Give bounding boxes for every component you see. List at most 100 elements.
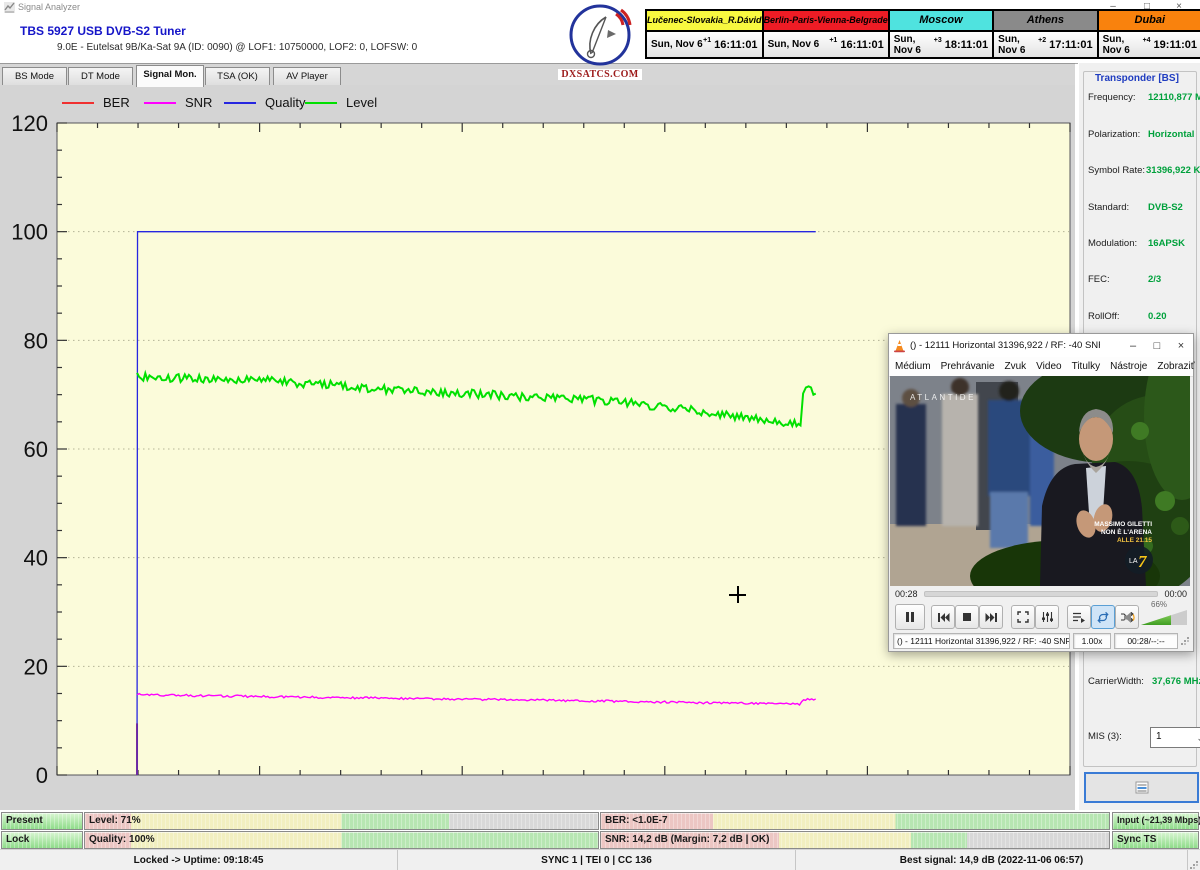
volume-slider[interactable] (1141, 610, 1187, 625)
clock-utc-offset: +1 (703, 37, 711, 44)
previous-button[interactable] (931, 605, 955, 629)
field-label: Modulation: (1088, 238, 1137, 249)
status-lock-uptime: Locked -> Uptime: 09:18:45 (0, 850, 398, 870)
sync-ts-indicator: Sync TS (1112, 831, 1199, 849)
menu-video[interactable]: Video (1036, 361, 1061, 372)
svg-text:120: 120 (11, 111, 48, 136)
svg-text:100: 100 (11, 220, 48, 245)
playlist-icon (1072, 611, 1086, 623)
next-button[interactable] (979, 605, 1003, 629)
meter-label: Lock (6, 834, 29, 845)
meter-label: Input (~21,39 Mbps) (1117, 815, 1200, 825)
playlist-button[interactable] (1067, 605, 1091, 629)
clock-date: Sun, Nov 6 (998, 34, 1038, 56)
row-standard: Standard:DVB-S2 (1088, 202, 1194, 215)
clock-city-label: Dubai (1099, 11, 1200, 32)
clock-date: Sun, Nov 6 (894, 34, 934, 56)
clock-moscow: Moscow Sun, Nov 6+318:11:01 (890, 11, 994, 57)
loop-button[interactable] (1091, 605, 1115, 629)
present-indicator: Present (1, 812, 83, 830)
clock-date: Sun, Nov 6 (768, 39, 820, 50)
groupbox-title: Transponder [BS] (1092, 73, 1182, 84)
vlc-close-button[interactable]: × (1169, 340, 1193, 352)
vlc-controls: 66% (889, 602, 1193, 631)
clock-dubai: Dubai Sun, Nov 6+419:11:01 (1099, 11, 1200, 57)
tuner-name: TBS 5927 USB DVB-S2 Tuner (20, 24, 186, 38)
field-value: 16APSK (1148, 238, 1185, 249)
menu-view[interactable]: Zobraziť (1157, 361, 1194, 372)
speaker-icon[interactable] (1123, 611, 1137, 624)
vlc-player-window: () - 12111 Horizontal 31396,922 / RF: -4… (888, 333, 1194, 652)
chevron-down-icon: ⌄ (1196, 730, 1200, 747)
playback-rate[interactable]: 1.00x (1073, 633, 1111, 649)
pause-icon (904, 611, 916, 623)
details-list-icon (1135, 781, 1149, 794)
field-label: RollOff: (1088, 311, 1120, 322)
input-indicator: Input (~21,39 Mbps) (1112, 812, 1199, 830)
legend-quality: Quality (224, 95, 305, 110)
stop-icon (962, 612, 972, 622)
stop-button[interactable] (955, 605, 979, 629)
menu-subtitles[interactable]: Titulky (1072, 361, 1101, 372)
window-resize-grip[interactable] (1190, 861, 1198, 869)
field-label: FEC: (1088, 274, 1110, 285)
vlc-menubar: Médium Prehrávanie Zvuk Video Titulky Ná… (889, 357, 1193, 377)
legend-label: Quality (265, 95, 305, 110)
field-label: CarrierWidth: (1088, 676, 1144, 687)
details-button[interactable] (1084, 772, 1199, 803)
legend-level: Level (305, 95, 377, 110)
video-scene: ATLANTIDE MASSIMO GILETTI NON È L'ARENA … (890, 376, 1190, 586)
field-label: Frequency: (1088, 92, 1136, 103)
clock-date: Sun, Nov 6 (651, 39, 703, 50)
svg-text:NON È L'ARENA: NON È L'ARENA (1101, 527, 1152, 536)
status-best-signal: Best signal: 14,9 dB (2022-11-06 06:57) (796, 850, 1188, 870)
clock-athens: Athens Sun, Nov 6+217:11:01 (994, 11, 1098, 57)
menu-tools[interactable]: Nástroje (1110, 361, 1147, 372)
svg-text:MASSIMO GILETTI: MASSIMO GILETTI (1094, 521, 1152, 528)
adjustments-button[interactable] (1035, 605, 1059, 629)
menu-audio[interactable]: Zvuk (1005, 361, 1027, 372)
clock-city-label: Berlin-Paris-Vienna-Belgrade (764, 11, 888, 32)
quality-line-swatch (224, 102, 256, 104)
vlc-titlebar[interactable]: () - 12111 Horizontal 31396,922 / RF: -4… (889, 334, 1193, 357)
vlc-maximize-button[interactable]: □ (1145, 340, 1169, 352)
mis-select[interactable]: 1⌄ (1150, 727, 1200, 748)
logo-text: DXSATCS.COM (558, 69, 642, 80)
meter-label: SNR: 14,2 dB (Margin: 7,2 dB | OK) (605, 834, 769, 845)
ber-meter: BER: <1.0E-7 (600, 812, 1110, 830)
menu-playback[interactable]: Prehrávanie (941, 361, 995, 372)
snr-meter: SNR: 14,2 dB (Margin: 7,2 dB | OK) (600, 831, 1110, 849)
elapsed-time: 00:28 (895, 589, 918, 599)
vlc-status-text: () - 12111 Horizontal 31396,922 / RF: -4… (893, 633, 1070, 649)
tab-tsa[interactable]: TSA (OK) (205, 67, 270, 86)
tab-dt-mode[interactable]: DT Mode (68, 67, 133, 86)
tab-av-player[interactable]: AV Player (273, 67, 341, 86)
field-label: MIS (3): (1088, 731, 1122, 742)
svg-text:80: 80 (24, 328, 48, 353)
meter-label: BER: <1.0E-7 (605, 815, 668, 826)
tab-signal-mon[interactable]: Signal Mon. (136, 65, 204, 87)
time-display[interactable]: 00:28/--:-- (1114, 633, 1178, 649)
pause-button[interactable] (895, 604, 925, 630)
svg-text:40: 40 (24, 546, 48, 571)
fullscreen-button[interactable] (1011, 605, 1035, 629)
vlc-resize-grip[interactable] (1181, 637, 1189, 645)
fullscreen-icon (1017, 611, 1029, 623)
tab-bs-mode[interactable]: BS Mode (2, 67, 67, 86)
menu-medium[interactable]: Médium (895, 361, 931, 372)
quality-meter: Quality: 100% (84, 831, 599, 849)
clock-utc-offset: +4 (1143, 37, 1151, 44)
clock-berlin: Berlin-Paris-Vienna-Belgrade Sun, Nov 6+… (764, 11, 890, 57)
clock-city-label: Moscow (890, 11, 992, 32)
clock-city-label: Lučenec-Slovakia_R.Dávid (647, 11, 762, 32)
vlc-video-frame[interactable]: ATLANTIDE MASSIMO GILETTI NON È L'ARENA … (890, 376, 1190, 586)
seek-slider[interactable] (924, 591, 1159, 597)
svg-text:20: 20 (24, 654, 48, 679)
meter-label: Present (6, 815, 43, 826)
clock-time: 16:11:01 (714, 39, 757, 51)
vlc-minimize-button[interactable]: – (1121, 340, 1145, 352)
legend-label: SNR (185, 95, 212, 110)
previous-icon (937, 612, 950, 623)
loop-icon (1096, 611, 1110, 624)
remaining-time: 00:00 (1164, 589, 1187, 599)
